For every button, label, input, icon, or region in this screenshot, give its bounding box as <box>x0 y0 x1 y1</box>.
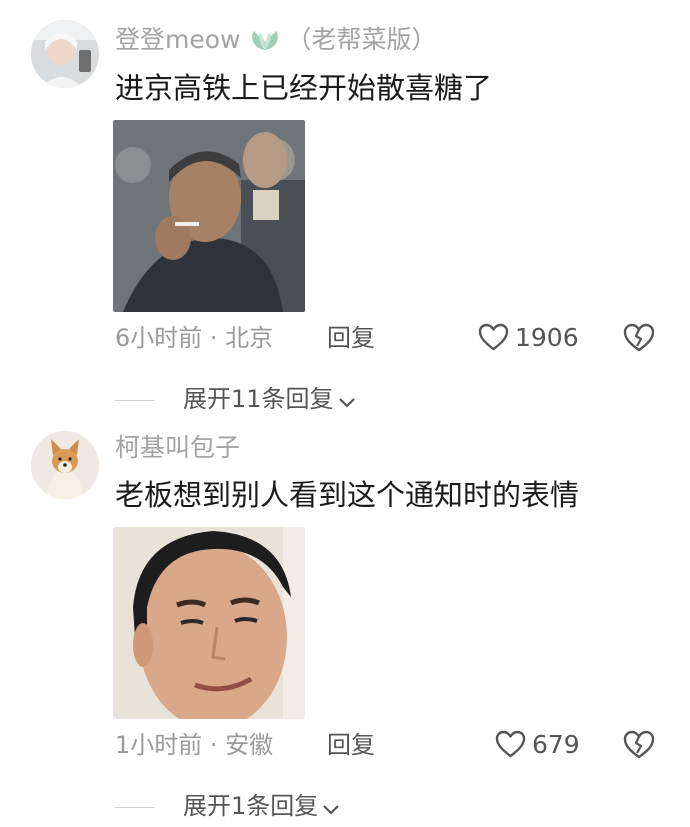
dislike-button[interactable] <box>623 323 655 353</box>
user-avatar[interactable] <box>31 431 99 499</box>
username-text: 柯基叫包子 <box>115 433 241 462</box>
broken-heart-icon <box>623 730 655 759</box>
like-count: 679 <box>532 730 580 759</box>
comment-image[interactable] <box>113 120 305 312</box>
expand-label: 展开1条回复 <box>183 792 319 820</box>
expand-replies-button[interactable]: 展开1条回复 <box>115 791 340 821</box>
broken-heart-icon <box>623 323 655 352</box>
leaf-badge-icon <box>248 28 282 59</box>
like-count: 1906 <box>515 323 579 352</box>
divider-line <box>115 399 155 401</box>
expand-replies-button[interactable]: 展开11条回复 <box>115 384 356 414</box>
reply-button[interactable]: 回复 <box>327 323 375 353</box>
username[interactable]: 柯基叫包子 <box>115 433 240 463</box>
user-tag: （老帮菜版） <box>286 25 437 54</box>
username[interactable]: 登登meow （老帮菜版） <box>115 25 437 59</box>
heart-outline-icon <box>478 323 509 351</box>
comment-image[interactable] <box>113 527 305 719</box>
comment-meta: 6小时前 · 北京 <box>115 324 274 352</box>
user-avatar[interactable] <box>31 20 99 88</box>
comment-text: 老板想到别人看到这个通知时的表情 <box>115 478 580 512</box>
chevron-down-icon <box>338 398 355 408</box>
comment-text: 进京高铁上已经开始散喜糖了 <box>115 71 493 105</box>
chevron-down-icon <box>323 805 340 815</box>
username-text: 登登meow <box>115 25 241 54</box>
reply-button[interactable]: 回复 <box>327 730 375 760</box>
like-button[interactable]: 1906 <box>478 323 579 353</box>
expand-label: 展开11条回复 <box>183 385 334 413</box>
heart-outline-icon <box>495 730 526 758</box>
comment-meta: 1小时前 · 安徽 <box>115 731 274 759</box>
like-button[interactable]: 679 <box>495 730 580 760</box>
divider-line <box>115 806 155 808</box>
dislike-button[interactable] <box>623 730 655 760</box>
